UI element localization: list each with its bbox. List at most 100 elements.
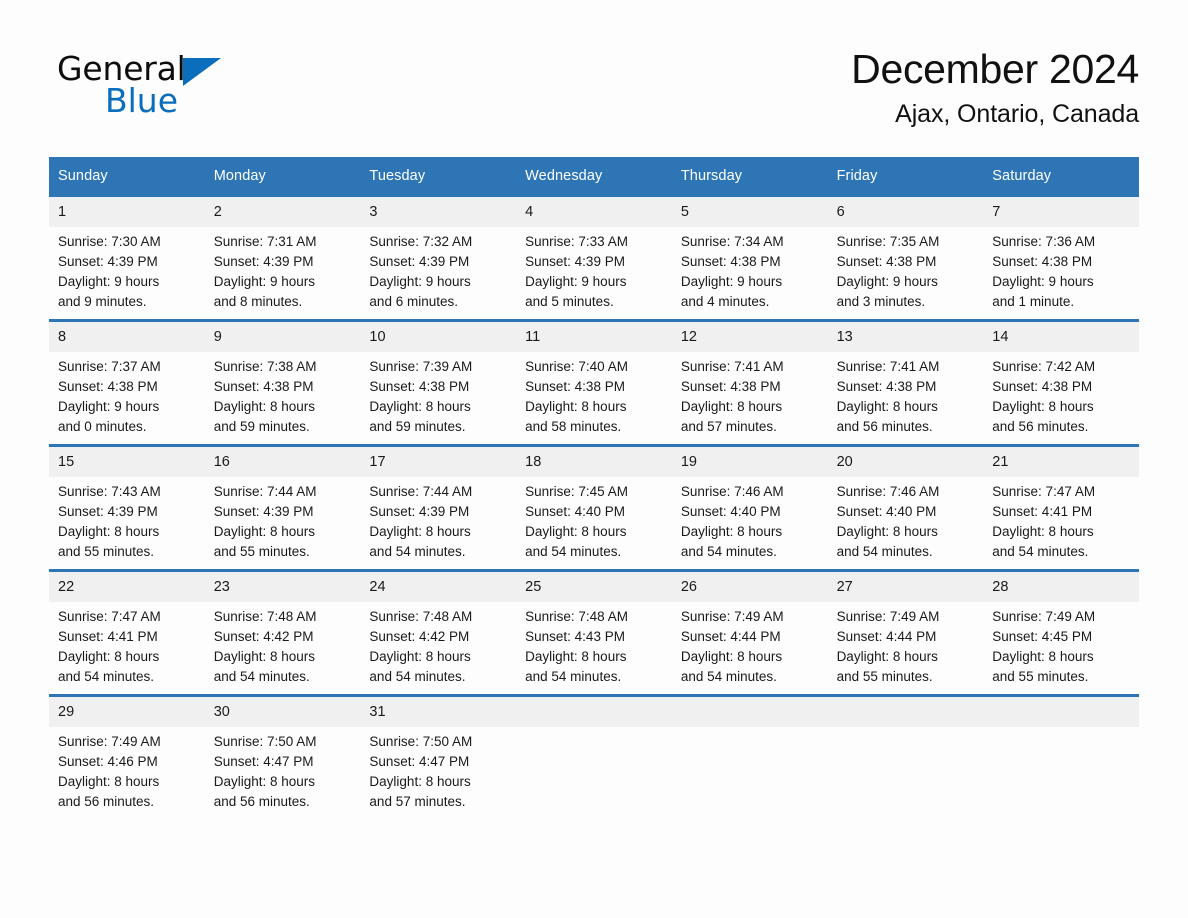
day-number: 25 — [516, 572, 672, 602]
day-cell[interactable]: 28 Sunrise: 7:49 AM Sunset: 4:45 PM Dayl… — [983, 572, 1139, 694]
daylight-text-line1: Daylight: 8 hours — [680, 399, 783, 414]
day-number: 13 — [827, 322, 984, 352]
sunrise-text: Sunrise: 7:47 AM — [58, 609, 161, 624]
day-cell[interactable]: 3 Sunrise: 7:32 AM Sunset: 4:39 PM Dayli… — [360, 197, 517, 319]
day-number: 22 — [49, 572, 205, 602]
day-info: Sunrise: 7:46 AM Sunset: 4:40 PM Dayligh… — [672, 477, 828, 562]
sunset-text: Sunset: 4:38 PM — [369, 379, 470, 394]
daylight-text-line2: and 3 minutes. — [836, 294, 926, 309]
day-number: 27 — [827, 572, 984, 602]
day-cell[interactable]: 24 Sunrise: 7:48 AM Sunset: 4:42 PM Dayl… — [360, 572, 517, 694]
page-header: General Blue December 2024 Ajax, Ontario… — [0, 0, 1188, 128]
daylight-text-line2: and 0 minutes. — [58, 419, 147, 434]
day-number: 19 — [671, 447, 828, 477]
logo-text-blue: Blue — [105, 81, 179, 120]
sunrise-text: Sunrise: 7:49 AM — [992, 609, 1096, 624]
day-cell[interactable]: 19 Sunrise: 7:46 AM Sunset: 4:40 PM Dayl… — [671, 447, 828, 569]
daylight-text-line2: and 54 minutes. — [369, 669, 466, 684]
day-cell[interactable]: 8 Sunrise: 7:37 AM Sunset: 4:38 PM Dayli… — [49, 322, 205, 444]
daylight-text-line2: and 54 minutes. — [213, 669, 310, 684]
day-cell[interactable]: 17 Sunrise: 7:44 AM Sunset: 4:39 PM Dayl… — [360, 447, 517, 569]
day-cell[interactable]: 15 Sunrise: 7:43 AM Sunset: 4:39 PM Dayl… — [49, 447, 205, 569]
day-cell[interactable]: 9 Sunrise: 7:38 AM Sunset: 4:38 PM Dayli… — [204, 322, 361, 444]
day-cell[interactable]: 26 Sunrise: 7:49 AM Sunset: 4:44 PM Dayl… — [671, 572, 828, 694]
day-info: Sunrise: 7:34 AM Sunset: 4:38 PM Dayligh… — [672, 227, 828, 312]
day-cell[interactable]: 7 Sunrise: 7:36 AM Sunset: 4:38 PM Dayli… — [983, 197, 1139, 319]
sunrise-text: Sunrise: 7:38 AM — [213, 359, 317, 374]
daylight-text-line1: Daylight: 9 hours — [58, 274, 160, 289]
day-info: Sunrise: 7:49 AM Sunset: 4:44 PM Dayligh… — [672, 602, 828, 687]
daylight-text-line1: Daylight: 8 hours — [213, 524, 316, 539]
day-cell[interactable]: 18 Sunrise: 7:45 AM Sunset: 4:40 PM Dayl… — [516, 447, 672, 569]
sunrise-text: Sunrise: 7:31 AM — [213, 234, 317, 249]
day-number: 31 — [360, 697, 517, 727]
logo-text-general: General — [57, 49, 186, 88]
day-info: Sunrise: 7:48 AM Sunset: 4:42 PM Dayligh… — [205, 602, 361, 687]
day-info: Sunrise: 7:43 AM Sunset: 4:39 PM Dayligh… — [49, 477, 205, 562]
day-cell[interactable]: 1 Sunrise: 7:30 AM Sunset: 4:39 PM Dayli… — [49, 197, 205, 319]
day-cell[interactable]: 4 Sunrise: 7:33 AM Sunset: 4:39 PM Dayli… — [516, 197, 672, 319]
daylight-text-line2: and 56 minutes. — [836, 419, 933, 434]
daylight-text-line1: Daylight: 8 hours — [525, 399, 627, 414]
daylight-text-line2: and 55 minutes. — [836, 669, 933, 684]
daylight-text-line1: Daylight: 8 hours — [525, 649, 627, 664]
sunset-text: Sunset: 4:39 PM — [525, 254, 625, 269]
daylight-text-line1: Daylight: 9 hours — [369, 274, 471, 289]
day-cell[interactable]: 13 Sunrise: 7:41 AM Sunset: 4:38 PM Dayl… — [827, 322, 984, 444]
sunrise-text: Sunrise: 7:30 AM — [58, 234, 161, 249]
daylight-text-line1: Daylight: 9 hours — [992, 274, 1094, 289]
day-cell[interactable]: 5 Sunrise: 7:34 AM Sunset: 4:38 PM Dayli… — [671, 197, 828, 319]
day-number: 7 — [983, 197, 1139, 227]
day-cell[interactable]: 22 Sunrise: 7:47 AM Sunset: 4:41 PM Dayl… — [49, 572, 205, 694]
sunrise-text: Sunrise: 7:46 AM — [680, 484, 784, 499]
daylight-text-line2: and 58 minutes. — [525, 419, 622, 434]
day-cell[interactable]: 29 Sunrise: 7:49 AM Sunset: 4:46 PM Dayl… — [49, 697, 205, 819]
day-cell[interactable]: 27 Sunrise: 7:49 AM Sunset: 4:44 PM Dayl… — [827, 572, 984, 694]
sunset-text: Sunset: 4:39 PM — [369, 504, 470, 519]
daylight-text-line2: and 59 minutes. — [369, 419, 466, 434]
sunrise-text: Sunrise: 7:50 AM — [213, 734, 317, 749]
sunrise-text: Sunrise: 7:48 AM — [369, 609, 473, 624]
sunset-text: Sunset: 4:44 PM — [680, 629, 781, 644]
daylight-text-line1: Daylight: 8 hours — [836, 399, 938, 414]
daylight-text-line2: and 54 minutes. — [369, 544, 466, 559]
day-cell[interactable]: 25 Sunrise: 7:48 AM Sunset: 4:43 PM Dayl… — [516, 572, 672, 694]
day-cell[interactable]: 21 Sunrise: 7:47 AM Sunset: 4:41 PM Dayl… — [983, 447, 1139, 569]
sunrise-text: Sunrise: 7:49 AM — [836, 609, 940, 624]
daylight-text-line1: Daylight: 8 hours — [525, 524, 627, 539]
sunset-text: Sunset: 4:38 PM — [680, 254, 781, 269]
day-cell[interactable]: 12 Sunrise: 7:41 AM Sunset: 4:38 PM Dayl… — [671, 322, 828, 444]
day-info: Sunrise: 7:40 AM Sunset: 4:38 PM Dayligh… — [516, 352, 672, 437]
day-cell[interactable]: 10 Sunrise: 7:39 AM Sunset: 4:38 PM Dayl… — [360, 322, 517, 444]
day-info: Sunrise: 7:36 AM Sunset: 4:38 PM Dayligh… — [983, 227, 1139, 312]
sunset-text: Sunset: 4:39 PM — [213, 504, 314, 519]
daylight-text-line1: Daylight: 8 hours — [992, 649, 1094, 664]
day-cell-empty — [516, 697, 672, 819]
daylight-text-line1: Daylight: 8 hours — [213, 649, 316, 664]
day-cell-empty — [827, 697, 984, 819]
day-cell-empty — [671, 697, 828, 819]
weekday-header-saturday: Saturday — [992, 168, 1052, 184]
day-cell[interactable]: 11 Sunrise: 7:40 AM Sunset: 4:38 PM Dayl… — [516, 322, 672, 444]
daylight-text-line2: and 4 minutes. — [680, 294, 770, 309]
sunrise-text: Sunrise: 7:40 AM — [525, 359, 628, 374]
day-cell[interactable]: 23 Sunrise: 7:48 AM Sunset: 4:42 PM Dayl… — [204, 572, 361, 694]
day-cell[interactable]: 16 Sunrise: 7:44 AM Sunset: 4:39 PM Dayl… — [204, 447, 361, 569]
day-cell[interactable]: 30 Sunrise: 7:50 AM Sunset: 4:47 PM Dayl… — [204, 697, 361, 819]
sunrise-text: Sunrise: 7:48 AM — [213, 609, 317, 624]
day-cell[interactable]: 6 Sunrise: 7:35 AM Sunset: 4:38 PM Dayli… — [827, 197, 984, 319]
day-number: 8 — [49, 322, 205, 352]
day-cell[interactable]: 31 Sunrise: 7:50 AM Sunset: 4:47 PM Dayl… — [360, 697, 517, 819]
daylight-text-line2: and 8 minutes. — [213, 294, 303, 309]
day-cell[interactable]: 20 Sunrise: 7:46 AM Sunset: 4:40 PM Dayl… — [827, 447, 984, 569]
sunset-text: Sunset: 4:40 PM — [680, 504, 781, 519]
daylight-text-line1: Daylight: 9 hours — [525, 274, 627, 289]
sunset-text: Sunset: 4:38 PM — [836, 379, 937, 394]
day-cell[interactable]: 14 Sunrise: 7:42 AM Sunset: 4:38 PM Dayl… — [983, 322, 1139, 444]
day-info: Sunrise: 7:33 AM Sunset: 4:39 PM Dayligh… — [516, 227, 672, 312]
weekday-header-thursday: Thursday — [680, 168, 743, 184]
day-info: Sunrise: 7:41 AM Sunset: 4:38 PM Dayligh… — [828, 352, 984, 437]
day-info: Sunrise: 7:50 AM Sunset: 4:47 PM Dayligh… — [205, 727, 361, 812]
daylight-text-line1: Daylight: 9 hours — [213, 274, 316, 289]
day-cell[interactable]: 2 Sunrise: 7:31 AM Sunset: 4:39 PM Dayli… — [204, 197, 361, 319]
